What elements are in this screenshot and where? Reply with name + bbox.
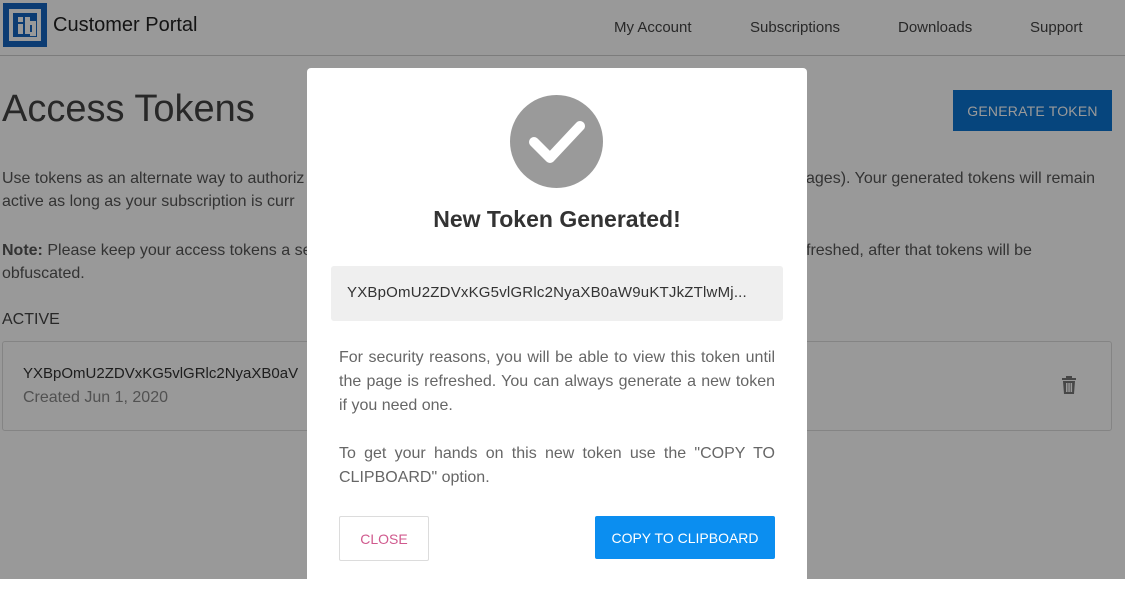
dialog-title: New Token Generated! xyxy=(433,206,681,232)
copy-instructions: To get your hands on this new token use … xyxy=(339,445,775,486)
copy-to-clipboard-button[interactable]: COPY TO CLIPBOARD xyxy=(595,516,775,559)
generated-token-field[interactable]: YXBpOmU2ZDVxKG5vlGRlc2NyaXB0aW9uKTJkZTlw… xyxy=(331,266,783,321)
checkmark-icon xyxy=(510,95,603,188)
security-notice: For security reasons, you will be able t… xyxy=(339,349,775,414)
close-button[interactable]: CLOSE xyxy=(339,516,429,561)
token-generated-dialog: New Token Generated! YXBpOmU2ZDVxKG5vlGR… xyxy=(307,68,807,598)
generated-token-value: YXBpOmU2ZDVxKG5vlGRlc2NyaXB0aW9uKTJkZTlw… xyxy=(347,284,747,301)
